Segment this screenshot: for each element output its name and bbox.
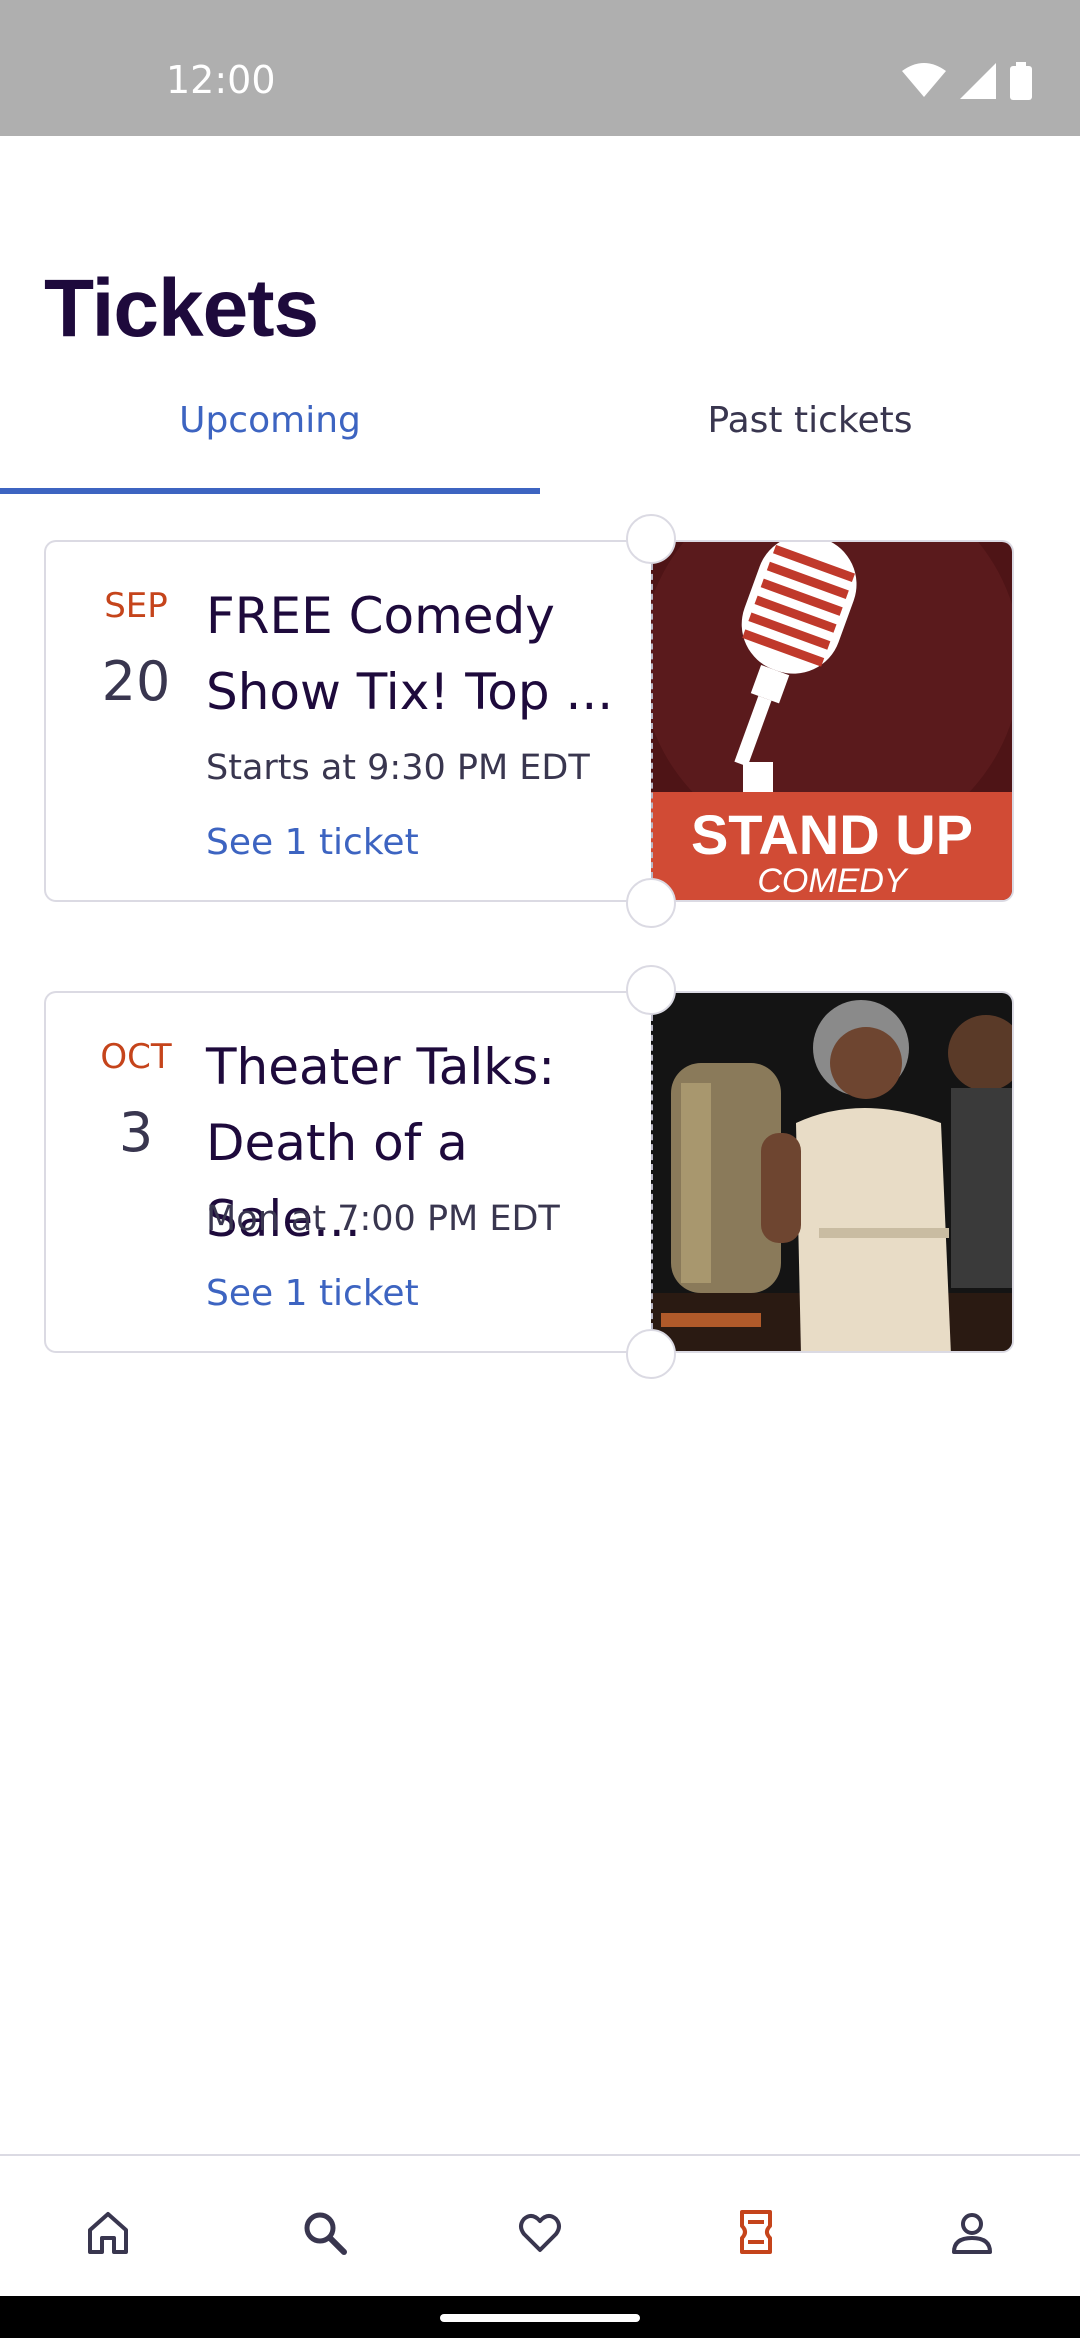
nav-tickets[interactable] — [728, 2204, 784, 2260]
ticket-perforation — [651, 1005, 653, 1339]
home-gesture-handle[interactable] — [440, 2314, 640, 2322]
bottom-navigation — [0, 2154, 1080, 2296]
ticket-notch — [626, 965, 676, 1015]
search-icon — [304, 2212, 347, 2255]
see-ticket-link[interactable]: See 1 ticket — [206, 1273, 419, 1314]
profile-icon — [952, 2213, 992, 2254]
standup-image-text: STAND UP — [691, 803, 973, 866]
ticket-event-title: FREE Comedy Show Tix! Top ... — [206, 587, 614, 721]
nav-profile[interactable] — [944, 2204, 1000, 2260]
ticket-card[interactable]: OCT 3 Theater Talks: Death of a Sale... … — [44, 965, 1014, 1379]
ticket-card-body[interactable]: OCT 3 Theater Talks: Death of a Sale... … — [44, 991, 654, 1353]
home-icon — [88, 2212, 128, 2254]
ticket-notch — [626, 878, 676, 928]
ticket-month: OCT — [100, 1037, 172, 1077]
tab-active-indicator — [0, 488, 540, 494]
ticket-event-time: Starts at 9:30 PM EDT — [206, 748, 590, 788]
ticket-month: SEP — [104, 586, 168, 626]
signal-icon — [960, 63, 996, 99]
ticket-day: 20 — [101, 650, 171, 713]
status-time: 12:00 — [166, 58, 276, 102]
nav-home[interactable] — [80, 2204, 136, 2260]
tab-upcoming[interactable]: Upcoming — [0, 400, 540, 441]
ticket-notch — [626, 1329, 676, 1379]
ticket-event-time: Mon at 7:00 PM EDT — [206, 1199, 560, 1239]
ticket-perforation — [651, 554, 653, 888]
wifi-icon — [902, 63, 946, 97]
battery-icon — [1010, 62, 1032, 100]
see-ticket-link[interactable]: See 1 ticket — [206, 822, 419, 863]
page-title: Tickets — [44, 263, 319, 354]
nav-likes[interactable] — [512, 2204, 568, 2260]
ticket-icon — [740, 2210, 772, 2254]
gesture-bar — [0, 2296, 1080, 2338]
status-bar: 12:00 — [0, 0, 1080, 136]
nav-search[interactable] — [296, 2204, 352, 2260]
heart-icon — [519, 2214, 561, 2252]
event-image-standup-comedy: STAND UP COMEDY — [651, 540, 1014, 902]
comedy-image-text: COMEDY — [757, 862, 909, 900]
tab-past-tickets[interactable]: Past tickets — [540, 400, 1080, 441]
ticket-day: 3 — [118, 1101, 154, 1164]
ticket-notch — [626, 514, 676, 564]
event-image-theater — [651, 991, 1014, 1353]
ticket-card-body[interactable]: SEP 20 FREE Comedy Show Tix! Top ... Sta… — [44, 540, 654, 902]
ticket-card[interactable]: SEP 20 FREE Comedy Show Tix! Top ... Sta… — [44, 514, 1014, 928]
status-icons — [902, 62, 1032, 100]
